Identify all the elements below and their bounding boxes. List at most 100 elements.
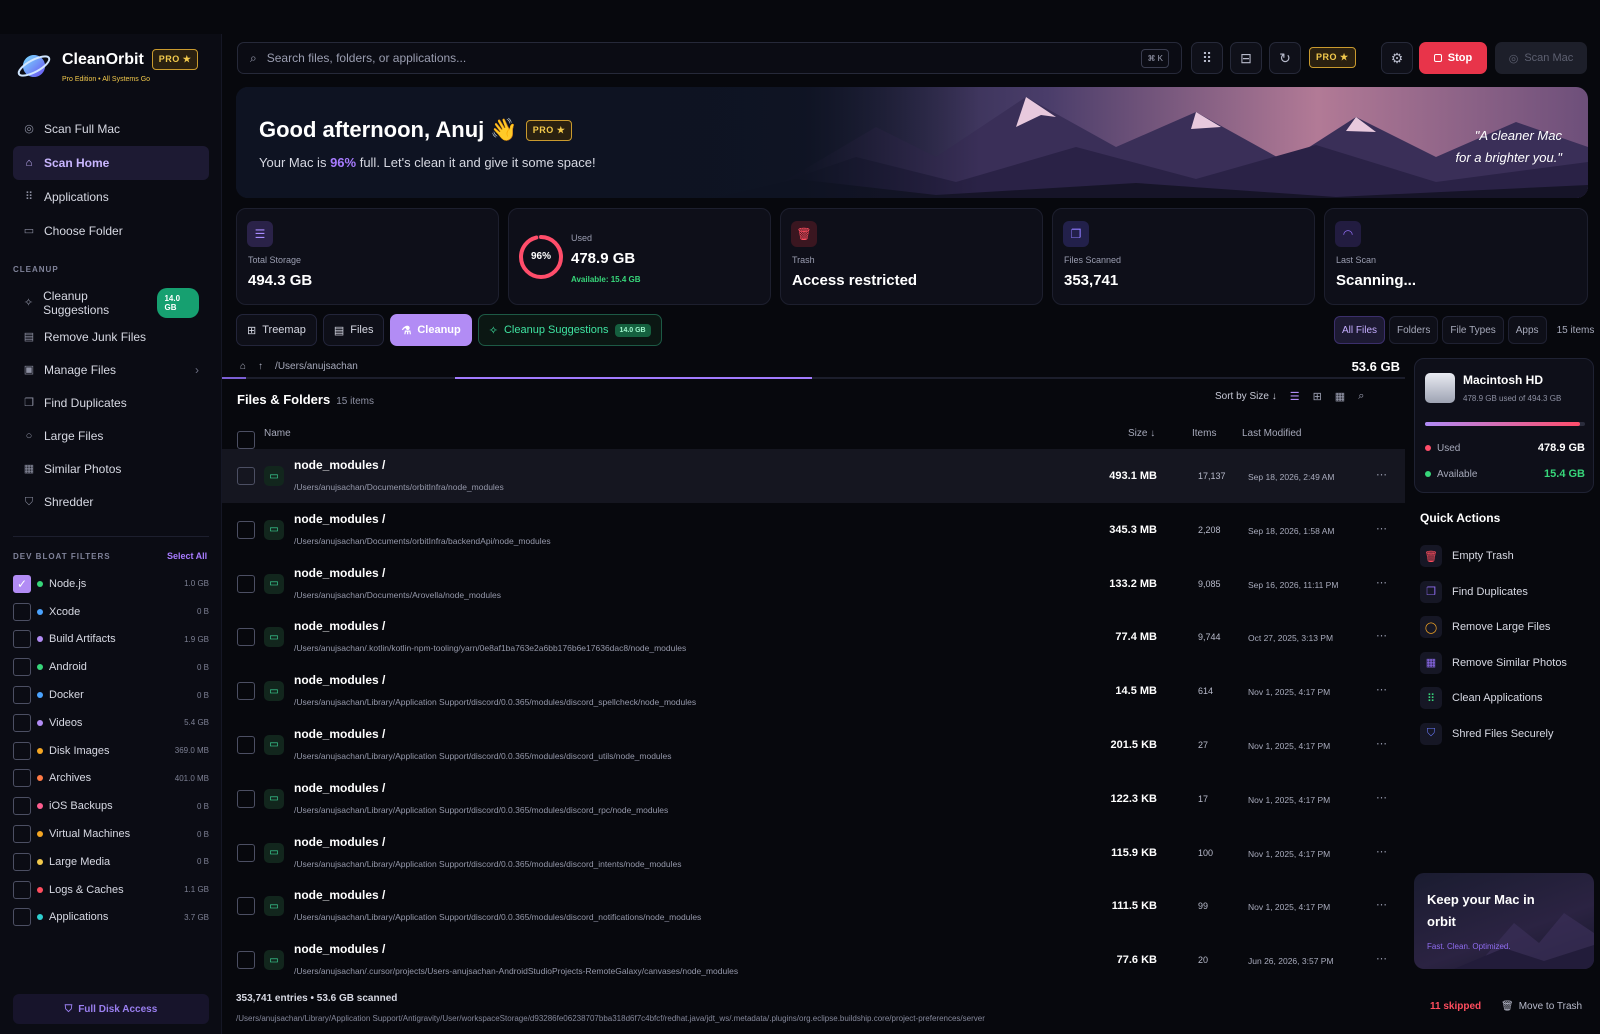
- nav-remove-junk[interactable]: ▤ Remove Junk Files: [13, 320, 209, 353]
- table-row[interactable]: ▭ node_modules / /Users/anujsachan/Documen…: [222, 557, 1405, 611]
- filter-item[interactable]: Large Media 0 B: [13, 848, 209, 876]
- filter-checkbox[interactable]: [13, 630, 31, 649]
- up-arrow-icon[interactable]: ↑: [258, 361, 263, 372]
- row-checkbox[interactable]: [237, 628, 255, 647]
- tab-files[interactable]: ▤ Files: [322, 314, 385, 346]
- nav-scan-full-mac[interactable]: ◎ Scan Full Mac: [13, 112, 209, 146]
- table-row[interactable]: ▭ node_modules / /Users/anujsachan/.kotlin…: [222, 610, 1405, 664]
- filter-checkbox[interactable]: [13, 908, 31, 927]
- row-checkbox[interactable]: [237, 951, 255, 970]
- filter-item[interactable]: Archives 401.0 MB: [13, 765, 209, 793]
- nav-cleanup-suggestions[interactable]: ✧ Cleanup Suggestions 14.0 GB: [13, 286, 209, 320]
- row-checkbox[interactable]: [237, 682, 255, 701]
- more-icon[interactable]: ⋯: [1376, 845, 1387, 858]
- filter-item[interactable]: Docker 0 B: [13, 681, 209, 709]
- more-icon[interactable]: ⋯: [1376, 468, 1387, 481]
- filter-all-files[interactable]: All Files: [1334, 316, 1386, 344]
- more-icon[interactable]: ⋯: [1376, 629, 1387, 642]
- nav-choose-folder[interactable]: ▭ Choose Folder: [13, 214, 209, 248]
- filter-item[interactable]: Logs & Caches 1.1 GB: [13, 876, 209, 904]
- quick-action-item[interactable]: ⠿ Clean Applications: [1420, 683, 1590, 713]
- move-to-trash-button[interactable]: 🗑 Move to Trash: [1495, 995, 1588, 1017]
- more-icon[interactable]: ⋯: [1376, 576, 1387, 589]
- table-row[interactable]: ▭ node_modules / /Users/anujsachan/Documen…: [222, 503, 1405, 557]
- column-items[interactable]: Items: [1192, 428, 1216, 439]
- select-all-checkbox[interactable]: [237, 431, 255, 449]
- search-icon[interactable]: ⌕: [1358, 390, 1364, 403]
- current-path[interactable]: /Users/anujsachan: [275, 361, 358, 372]
- home-icon[interactable]: ⌂: [240, 361, 246, 372]
- filter-item[interactable]: Applications 3.7 GB: [13, 904, 209, 932]
- nav-large-files[interactable]: ○ Large Files: [13, 419, 209, 452]
- table-view-icon[interactable]: ▦: [1335, 390, 1345, 403]
- filter-checkbox[interactable]: [13, 686, 31, 705]
- table-row[interactable]: ▭ node_modules / /Users/anujsachan/Library…: [222, 879, 1405, 933]
- quick-action-item[interactable]: ▦ Remove Similar Photos: [1420, 648, 1590, 678]
- filter-checkbox[interactable]: [13, 741, 31, 760]
- tab-cleanup[interactable]: ⚗ Cleanup: [390, 314, 472, 346]
- column-name[interactable]: Name: [264, 428, 291, 439]
- filter-checkbox[interactable]: [13, 825, 31, 844]
- filter-file-types[interactable]: File Types: [1442, 316, 1504, 344]
- quick-action-item[interactable]: ⛉ Shred Files Securely: [1420, 719, 1590, 749]
- list-view-icon[interactable]: ☰: [1290, 390, 1300, 403]
- nav-scan-home[interactable]: ⌂ Scan Home: [13, 146, 209, 180]
- filter-apps[interactable]: Apps: [1507, 316, 1547, 344]
- quick-action-item[interactable]: 🗑 Empty Trash: [1420, 541, 1590, 571]
- row-checkbox[interactable]: [237, 897, 255, 916]
- quick-action-item[interactable]: ◯ Remove Large Files: [1420, 612, 1590, 642]
- more-icon[interactable]: ⋯: [1376, 898, 1387, 911]
- nav-find-duplicates[interactable]: ❐ Find Duplicates: [13, 386, 209, 419]
- more-icon[interactable]: ⋯: [1376, 791, 1387, 804]
- quick-action-item[interactable]: ❐ Find Duplicates: [1420, 577, 1590, 607]
- filter-item[interactable]: Videos 5.4 GB: [13, 709, 209, 737]
- row-checkbox[interactable]: [237, 735, 255, 754]
- settings-button[interactable]: ⚙: [1381, 42, 1413, 74]
- topbar-pro-badge[interactable]: PRO ★: [1309, 47, 1356, 68]
- table-row[interactable]: ▭ node_modules / /Users/anujsachan/Library…: [222, 826, 1405, 880]
- row-checkbox[interactable]: [237, 520, 255, 539]
- grid-view-button[interactable]: ⠿: [1191, 42, 1223, 74]
- row-checkbox[interactable]: [237, 574, 255, 593]
- nav-applications[interactable]: ⠿ Applications: [13, 180, 209, 214]
- nav-shredder[interactable]: ⛉ Shredder: [13, 485, 209, 518]
- table-row[interactable]: ▭ node_modules / /Users/anujsachan/Documen…: [222, 449, 1405, 503]
- filter-checkbox[interactable]: [13, 880, 31, 899]
- filter-item[interactable]: ✓ Node.js 1.0 GB: [13, 570, 209, 598]
- table-row[interactable]: ▭ node_modules / /Users/anujsachan/.cursor…: [222, 933, 1405, 987]
- table-row[interactable]: ▭ node_modules / /Users/anujsachan/Library…: [222, 772, 1405, 826]
- filter-item[interactable]: Android 0 B: [13, 653, 209, 681]
- nav-manage-files[interactable]: ▣ Manage Files ›: [13, 353, 209, 386]
- stop-button[interactable]: Stop: [1419, 42, 1487, 74]
- filter-folders[interactable]: Folders: [1389, 316, 1439, 344]
- row-checkbox[interactable]: [237, 467, 255, 485]
- sort-dropdown[interactable]: Sort by Size ↓: [1215, 391, 1277, 402]
- search-input[interactable]: ⌕ Search files, folders, or applications…: [237, 42, 1182, 74]
- filter-item[interactable]: Disk Images 369.0 MB: [13, 737, 209, 765]
- full-disk-access-button[interactable]: ⛉ Full Disk Access: [13, 994, 209, 1024]
- refresh-button[interactable]: ↻: [1269, 42, 1301, 74]
- more-icon[interactable]: ⋯: [1376, 952, 1387, 965]
- filter-checkbox[interactable]: [13, 769, 31, 788]
- nav-similar-photos[interactable]: ▦ Similar Photos: [13, 452, 209, 485]
- grid-view-icon[interactable]: ⊞: [1313, 390, 1322, 403]
- filter-checkbox[interactable]: ✓: [13, 574, 31, 593]
- column-size[interactable]: Size ↓: [1128, 428, 1155, 439]
- table-row[interactable]: ▭ node_modules / /Users/anujsachan/Library…: [222, 664, 1405, 718]
- filter-checkbox[interactable]: [13, 797, 31, 816]
- layout-button[interactable]: ⊟: [1230, 42, 1262, 74]
- filter-checkbox[interactable]: [13, 852, 31, 871]
- filter-item[interactable]: Build Artifacts 1.9 GB: [13, 626, 209, 654]
- row-checkbox[interactable]: [237, 789, 255, 808]
- more-icon[interactable]: ⋯: [1376, 737, 1387, 750]
- scan-mac-button[interactable]: ◎ Scan Mac: [1495, 42, 1587, 74]
- filter-checkbox[interactable]: [13, 658, 31, 677]
- filter-item[interactable]: Virtual Machines 0 B: [13, 820, 209, 848]
- more-icon[interactable]: ⋯: [1376, 683, 1387, 696]
- tab-cleanup-suggestions[interactable]: ✧ Cleanup Suggestions 14.0 GB: [477, 314, 662, 346]
- select-all-link[interactable]: Select All: [167, 551, 207, 561]
- filter-item[interactable]: iOS Backups 0 B: [13, 792, 209, 820]
- tab-treemap[interactable]: ⊞ Treemap: [236, 314, 317, 346]
- row-checkbox[interactable]: [237, 843, 255, 862]
- filter-checkbox[interactable]: [13, 713, 31, 732]
